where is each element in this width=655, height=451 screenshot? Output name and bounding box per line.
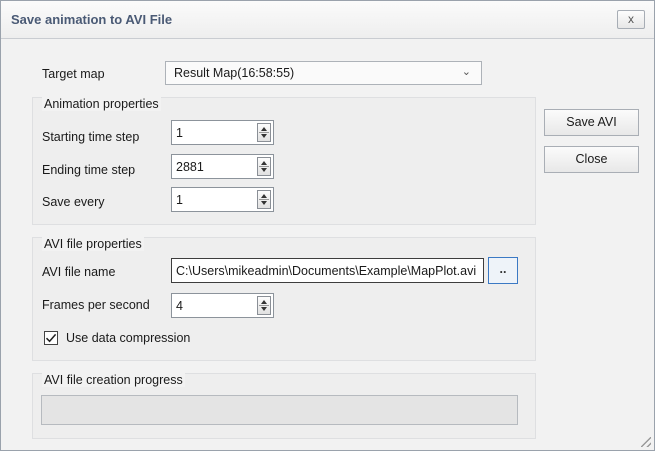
frames-per-second-value: 4 [176,299,183,313]
spin-down-icon[interactable] [261,307,267,311]
starting-time-step-spinner[interactable]: 1 [171,120,274,145]
checkmark-icon [45,333,57,343]
save-every-label: Save every [42,195,105,209]
close-label: Close [575,152,608,166]
spinner-arrows[interactable] [257,157,271,176]
spin-down-icon[interactable] [261,168,267,172]
frames-per-second-spinner[interactable]: 4 [171,293,274,318]
avi-file-name-input[interactable]: C:\Users\mikeadmin\Documents\Example\Map… [171,258,484,283]
title-bar[interactable]: Save animation to AVI File x [1,1,654,39]
starting-time-step-label: Starting time step [42,130,140,144]
use-data-compression-label[interactable]: Use data compression [66,331,190,345]
animation-properties-title: Animation properties [42,97,161,111]
browse-label: .. [499,262,507,276]
spin-down-icon[interactable] [261,134,267,138]
ending-time-step-value: 2881 [176,160,204,174]
spin-down-icon[interactable] [261,201,267,205]
save-every-value: 1 [176,193,183,207]
target-map-label: Target map [42,67,105,81]
avi-creation-progress-title: AVI file creation progress [42,373,185,387]
spinner-divider [259,132,269,133]
spinner-divider [259,166,269,167]
spinner-arrows[interactable] [257,190,271,209]
frames-per-second-label: Frames per second [42,298,150,312]
browse-button[interactable]: .. [488,257,518,284]
spinner-arrows[interactable] [257,123,271,142]
resize-grip-icon[interactable] [641,437,651,447]
target-map-value: Result Map(16:58:55) [174,66,295,80]
close-button[interactable]: Close [544,146,639,173]
close-window-button[interactable]: x [617,10,645,29]
avi-file-name-label: AVI file name [42,265,116,279]
spin-up-icon[interactable] [261,300,267,304]
spinner-divider [259,199,269,200]
spin-up-icon[interactable] [261,194,267,198]
spinner-arrows[interactable] [257,296,271,315]
spinner-divider [259,305,269,306]
close-icon: x [628,12,634,26]
save-avi-dialog: Save animation to AVI File x Target map … [0,0,655,451]
save-avi-label: Save AVI [566,115,617,129]
target-map-dropdown[interactable]: Result Map(16:58:55) ⌄ [165,61,482,85]
spin-up-icon[interactable] [261,127,267,131]
spin-up-icon[interactable] [261,161,267,165]
ending-time-step-spinner[interactable]: 2881 [171,154,274,179]
chevron-down-icon: ⌄ [461,66,471,78]
save-avi-button[interactable]: Save AVI [544,109,639,136]
use-data-compression-checkbox[interactable] [44,331,58,345]
avi-file-properties-title: AVI file properties [42,237,144,251]
starting-time-step-value: 1 [176,126,183,140]
avi-file-name-value: C:\Users\mikeadmin\Documents\Example\Map… [176,264,477,278]
ending-time-step-label: Ending time step [42,163,136,177]
avi-creation-progress-bar [41,395,518,425]
window-title: Save animation to AVI File [11,12,173,27]
animation-properties-group: Animation properties [32,97,536,225]
save-every-spinner[interactable]: 1 [171,187,274,212]
